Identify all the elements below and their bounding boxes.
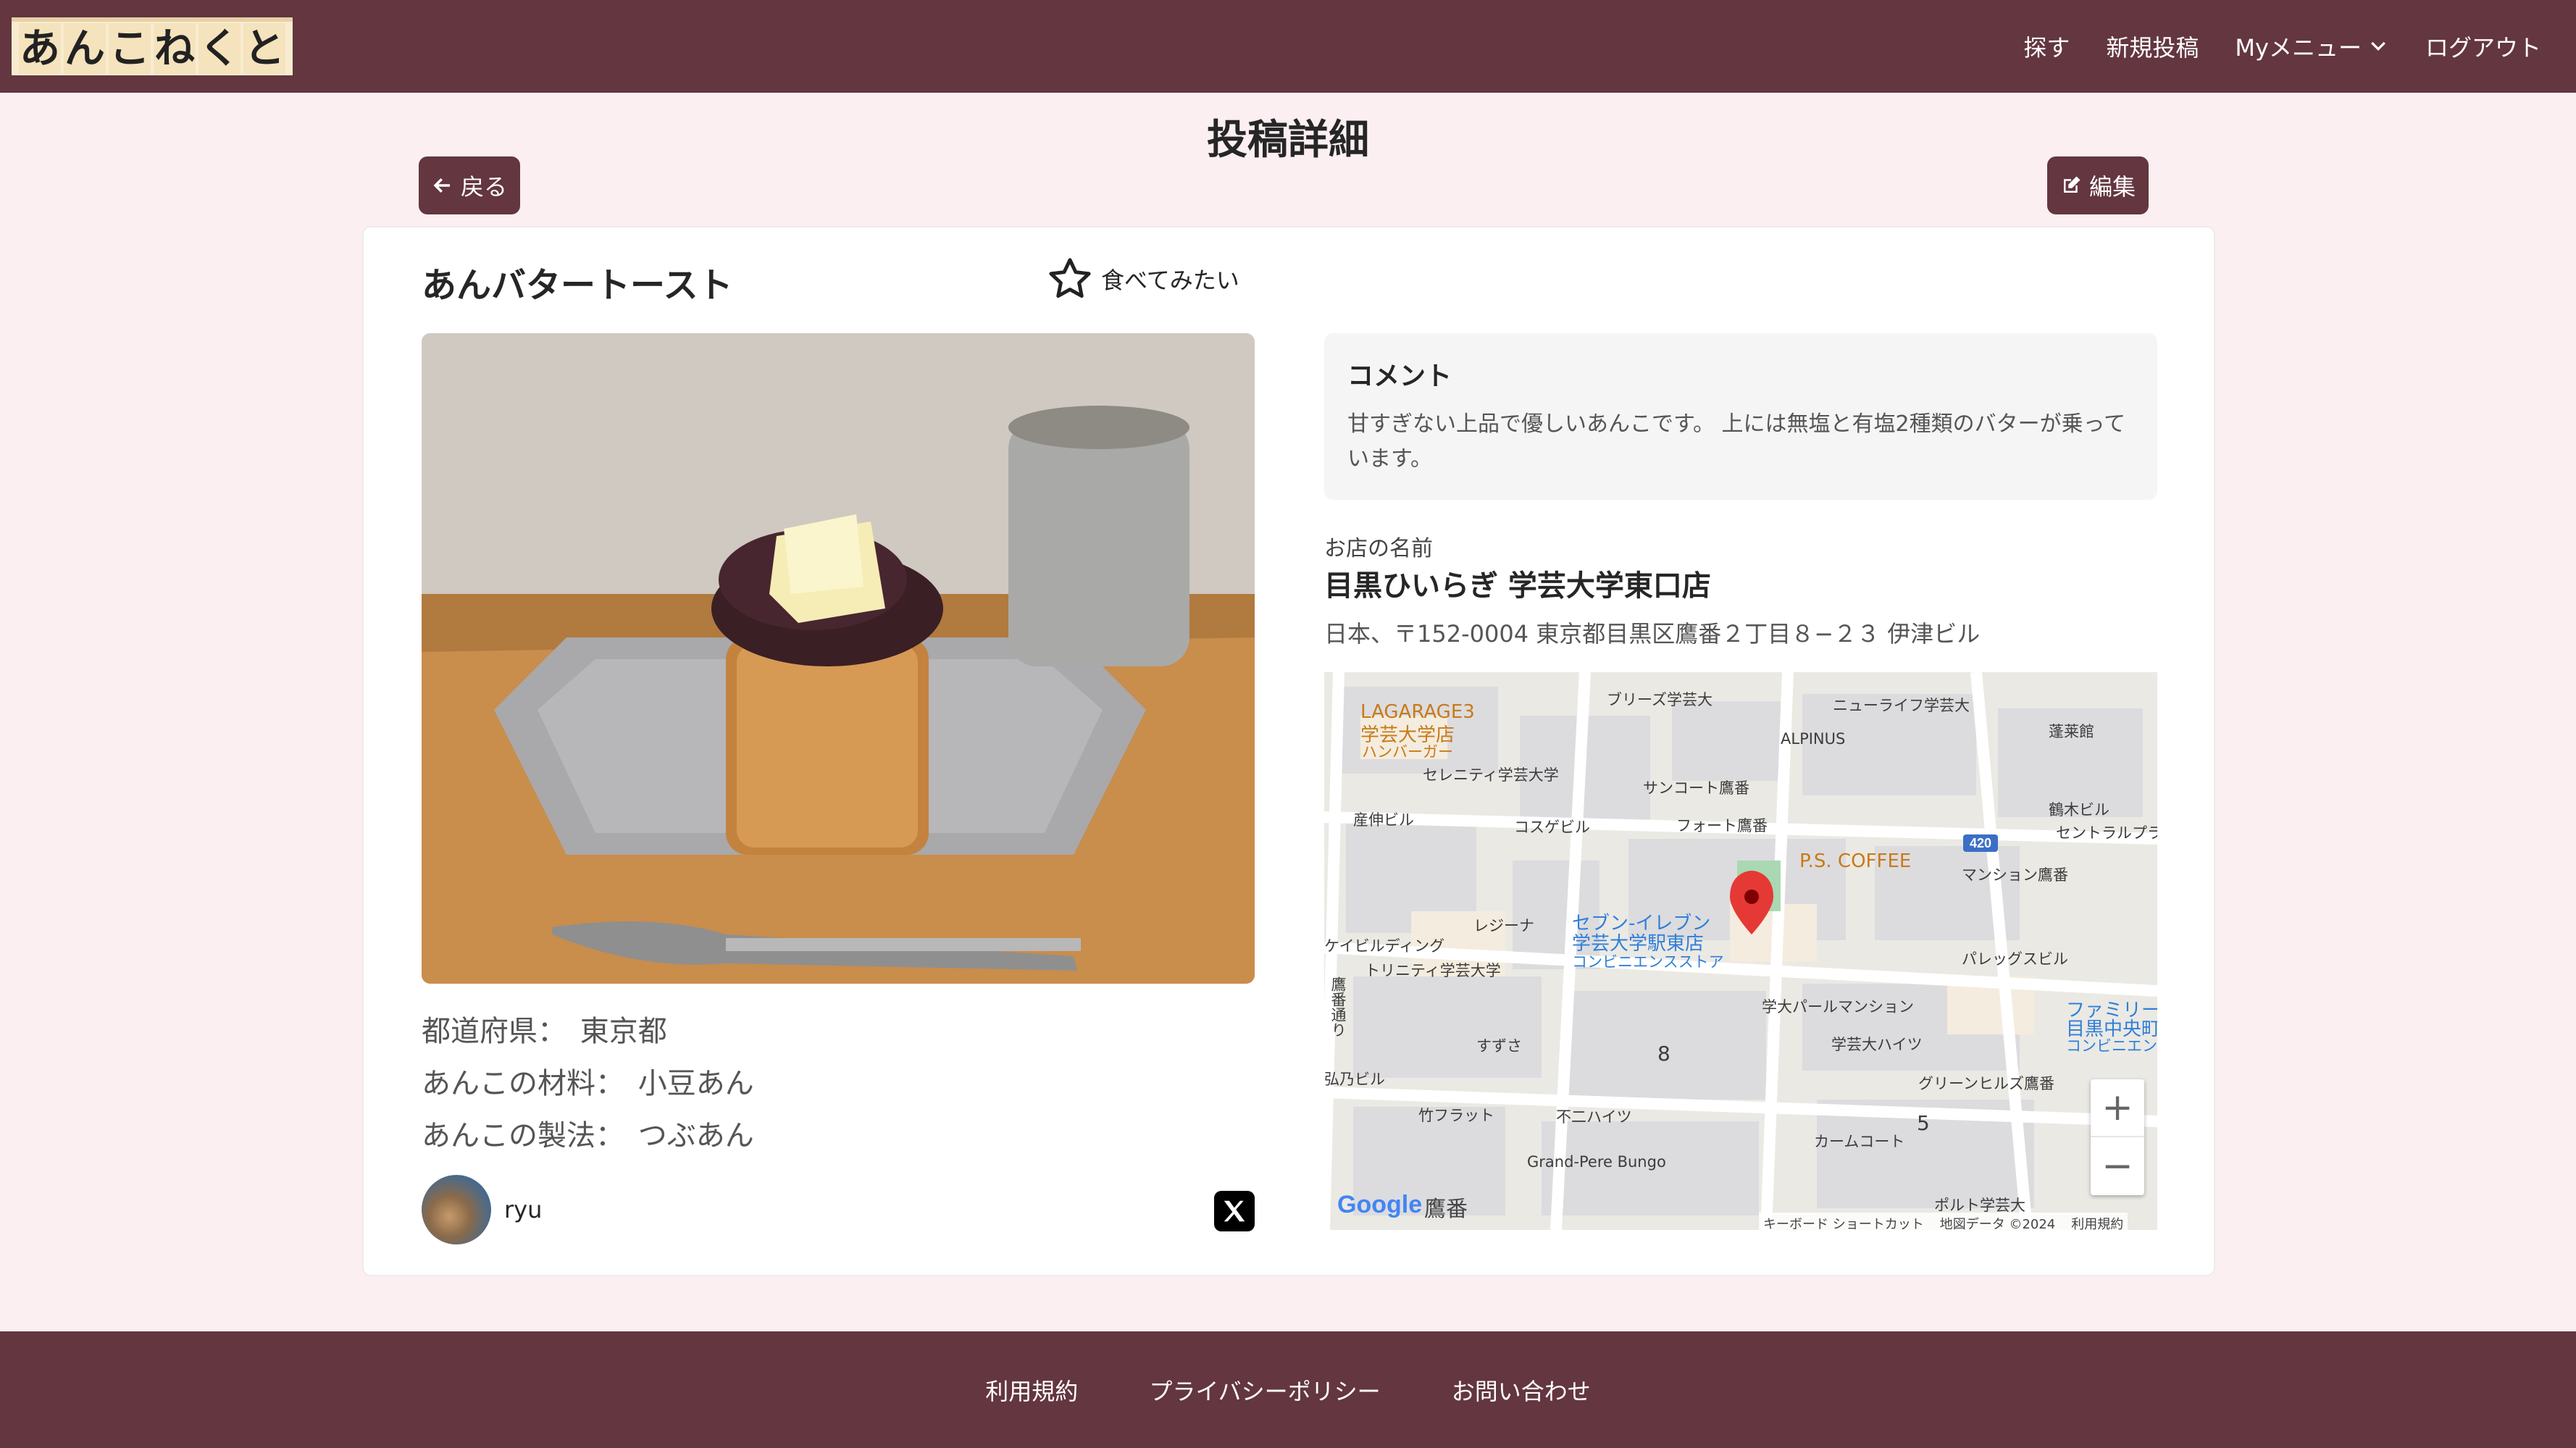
footer-contact-link[interactable]: お問い合わせ bbox=[1452, 1373, 1591, 1407]
map-poi-label: フォート鷹番 bbox=[1676, 817, 1768, 834]
map-data-credit: 地図データ ©2024 bbox=[1939, 1217, 2056, 1230]
site-footer: 利用規約 プライバシーポリシー お問い合わせ bbox=[0, 1331, 2576, 1448]
x-share-button[interactable] bbox=[1214, 1191, 1255, 1231]
avatar[interactable] bbox=[422, 1175, 491, 1244]
google-logo-text: Google bbox=[1337, 1191, 1423, 1218]
map-poi-label: 蓬莱館 bbox=[2049, 723, 2094, 740]
star-icon bbox=[1049, 258, 1091, 298]
back-button-label: 戻る bbox=[461, 173, 508, 201]
nav-new-post-link[interactable]: 新規投稿 bbox=[2106, 30, 2199, 63]
map-poi-label: Grand-Pere Bungo bbox=[1527, 1153, 1666, 1171]
logo-char: あ bbox=[19, 23, 61, 74]
map-block-number: 8 bbox=[1657, 1042, 1670, 1066]
map-street-label: 鷹番通り bbox=[1329, 976, 1347, 1037]
map-poi-label: 竹フラット bbox=[1418, 1107, 1494, 1124]
my-menu-label: Myメニュー bbox=[2235, 34, 2362, 62]
shop-map[interactable]: 420 LAGARAGE3 学芸大学店 ハンバーガー ブリーズ学芸大 ニューライ… bbox=[1324, 672, 2157, 1230]
logo-char: と bbox=[243, 23, 285, 74]
attr-ingredient: あんこの材料： 小豆あん bbox=[422, 1058, 758, 1110]
post-author[interactable]: ryu bbox=[422, 1175, 542, 1244]
map-poi-label: 学芸大ハイツ bbox=[1831, 1036, 1923, 1053]
map-poi-label: レジーナ bbox=[1473, 917, 1534, 934]
comment-heading: コメント bbox=[1347, 361, 1452, 391]
map-poi-label: パレッグスビル bbox=[1962, 950, 2068, 968]
nav-search-link[interactable]: 探す bbox=[2023, 30, 2070, 63]
map-area-name: 鷹番 bbox=[1424, 1197, 1468, 1222]
nav-logout-link[interactable]: ログアウト bbox=[2425, 30, 2541, 63]
footer-privacy-link[interactable]: プライバシーポリシー bbox=[1149, 1373, 1380, 1407]
map-poi-label: ニューライフ学芸大 bbox=[1833, 697, 1970, 714]
post-title: あんバタートースト bbox=[422, 265, 733, 306]
attr-prefecture: 都道府県： 東京都 bbox=[422, 1005, 758, 1058]
map-poi-label: すずさ bbox=[1476, 1037, 1522, 1055]
footer-terms-link[interactable]: 利用規約 bbox=[985, 1373, 1078, 1407]
post-photo bbox=[422, 333, 1255, 984]
map-poi-label: コスゲビル bbox=[1514, 819, 1590, 836]
attr-label: あんこの材料： bbox=[422, 1067, 624, 1100]
logo-char: こ bbox=[109, 23, 151, 74]
main-nav: 探す 新規投稿 Myメニュー ログアウト bbox=[2023, 30, 2541, 63]
map-poi-label: ALPINUS bbox=[1781, 730, 1846, 748]
want-to-eat-button[interactable]: 食べてみたい bbox=[1046, 255, 1239, 303]
back-button[interactable]: 戻る bbox=[419, 156, 521, 214]
map-zoom-in-button[interactable]: + bbox=[2091, 1079, 2144, 1137]
map-poi-label: P.S. COFFEE bbox=[1799, 850, 1912, 872]
site-logo[interactable]: あ ん こ ね く と bbox=[12, 17, 293, 75]
post-attributes: 都道府県： 東京都 あんこの材料： 小豆あん あんこの製法： つぶあん bbox=[422, 1005, 758, 1162]
map-poi-label: ブリーズ学芸大 bbox=[1607, 691, 1713, 708]
x-logo-icon bbox=[1224, 1200, 1245, 1222]
map-poi-label: コンビニエン bbox=[2066, 1037, 2157, 1055]
map-poi-label: 不二ハイツ bbox=[1556, 1108, 1632, 1126]
logo-char: ね bbox=[154, 23, 196, 74]
map-poi-label: コンビニエンスストア bbox=[1572, 953, 1724, 971]
map-poi-label: トリニティ学芸大学 bbox=[1365, 962, 1501, 979]
attr-method: あんこの製法： つぶあん bbox=[422, 1110, 758, 1162]
toast-photo-image bbox=[422, 333, 1255, 984]
map-poi-label: 学大パールマンション bbox=[1762, 998, 1914, 1016]
shop-name-label: お店の名前 bbox=[1324, 536, 1433, 561]
shop-name: 目黒ひいらぎ 学芸大学東口店 bbox=[1324, 569, 1711, 603]
site-header: あ ん こ ね く と 探す 新規投稿 Myメニュー ログアウト bbox=[0, 0, 2576, 93]
google-logo: Google bbox=[1337, 1191, 1422, 1219]
map-poi-label: カームコート bbox=[1814, 1133, 1905, 1150]
attr-label: 都道府県： bbox=[422, 1015, 566, 1048]
shop-address: 日本、〒152-0004 東京都目黒区鷹番２丁目８−２３ 伊津ビル bbox=[1324, 620, 1981, 648]
map-poi-label: マンション鷹番 bbox=[1962, 866, 2068, 884]
comment-text: 甘すぎない上品で優しいあんこです。 上には無塩と有塩2種類のバターが乗っています… bbox=[1347, 411, 2126, 472]
map-poi-label: サンコート鷹番 bbox=[1643, 779, 1749, 797]
map-poi-label: セレニティ学芸大学 bbox=[1423, 766, 1559, 784]
map-terms-link[interactable]: 利用規約 bbox=[2071, 1214, 2123, 1230]
post-card: あんバタートースト 食べてみたい 都道府県： 東京都 あんこの材料： 小豆あん … bbox=[362, 226, 2215, 1276]
attr-value: 東京都 bbox=[580, 1015, 667, 1048]
map-attribution: キーボード ショートカット 地図データ ©2024 利用規約 bbox=[1759, 1213, 2128, 1230]
attr-label: あんこの製法： bbox=[422, 1119, 624, 1152]
map-shortcuts-link[interactable]: キーボード ショートカット bbox=[1763, 1214, 1924, 1230]
map-poi-label: グリーンヒルズ鷹番 bbox=[1918, 1075, 2054, 1092]
map-poi-label: 産伸ビル bbox=[1353, 811, 1414, 829]
attr-value: つぶあん bbox=[637, 1119, 754, 1152]
comment-box: コメント 甘すぎない上品で優しいあんこです。 上には無塩と有塩2種類のバターが乗… bbox=[1324, 333, 2157, 500]
map-poi-label: 弘乃ビル bbox=[1324, 1071, 1385, 1088]
logo-char: ん bbox=[64, 23, 106, 74]
edit-button[interactable]: 編集 bbox=[2047, 156, 2149, 214]
page-title: 投稿詳細 bbox=[1207, 117, 1369, 164]
nav-my-menu-dropdown[interactable]: Myメニュー bbox=[2235, 30, 2389, 63]
chevron-down-icon bbox=[2371, 41, 2385, 51]
map-poi-label: ケイビルディング bbox=[1324, 937, 1445, 955]
map-block-number: 5 bbox=[1917, 1111, 1930, 1135]
attr-value: 小豆あん bbox=[637, 1067, 754, 1100]
edit-button-label: 編集 bbox=[2089, 173, 2136, 201]
map-zoom-control: + − bbox=[2091, 1079, 2144, 1195]
map-poi-label: 鶴木ビル bbox=[2049, 801, 2109, 819]
arrow-left-icon bbox=[433, 178, 450, 193]
route-number-label: 420 bbox=[1970, 836, 1991, 850]
map-poi-label: ハンバーガー bbox=[1362, 743, 1453, 761]
logo-char: く bbox=[198, 23, 241, 74]
map-poi-label: セントラルプラザ bbox=[2056, 824, 2157, 842]
want-to-eat-label: 食べてみたい bbox=[1101, 267, 1239, 294]
edit-icon bbox=[2064, 176, 2081, 193]
author-name[interactable]: ryu bbox=[504, 1196, 542, 1223]
map-zoom-out-button[interactable]: − bbox=[2091, 1137, 2144, 1195]
